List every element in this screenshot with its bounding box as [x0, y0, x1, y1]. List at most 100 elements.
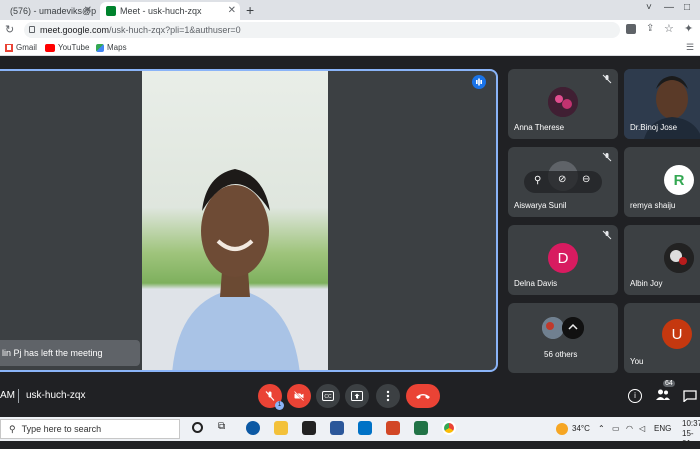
- reload-icon[interactable]: ↻: [5, 23, 14, 36]
- participant-name: You: [630, 357, 644, 366]
- bookmark-label: YouTube: [58, 43, 90, 52]
- meeting-control-bar: AM usk-huch-zqx 1 CC i 64: [0, 379, 700, 415]
- chat-icon: [683, 390, 697, 403]
- svg-text:CC: CC: [324, 394, 332, 400]
- maximize-icon[interactable]: □: [684, 2, 690, 13]
- clock-time: 10:37: [682, 419, 700, 428]
- participant-tile[interactable]: Albin Joy: [624, 225, 700, 295]
- remove-icon[interactable]: ⊖: [582, 174, 590, 185]
- tab-title: Meet - usk-huch-zqx: [120, 6, 202, 16]
- notification-text: lin Pj has left the meeting: [2, 348, 103, 358]
- language-indicator[interactable]: ENG: [654, 424, 671, 433]
- tab-meet[interactable]: Meet - usk-huch-zqx ✕: [100, 2, 240, 20]
- participant-tile[interactable]: D Delna Davis: [508, 225, 618, 295]
- present-screen-button[interactable]: [345, 384, 369, 408]
- microphone-button[interactable]: 1: [258, 384, 284, 410]
- mic-off-icon: [602, 74, 612, 84]
- mute-participant-icon[interactable]: ⊘: [558, 174, 566, 185]
- mic-off-icon: [265, 391, 275, 401]
- end-call-button[interactable]: [406, 384, 440, 408]
- file-explorer-icon[interactable]: [274, 421, 288, 435]
- others-avatar-1: [542, 317, 564, 339]
- mail-icon[interactable]: [358, 421, 372, 435]
- address-bar[interactable]: meet.google.com/usk-huch-zqx?pli=1&authu…: [24, 22, 620, 38]
- store-icon[interactable]: [302, 421, 316, 435]
- cortana-icon[interactable]: [192, 422, 203, 433]
- people-button[interactable]: 64: [655, 380, 675, 407]
- gmail-icon: [5, 43, 13, 52]
- bookmark-star-icon[interactable]: ☆: [664, 22, 674, 35]
- youtube-icon: [45, 43, 55, 52]
- search-icon: ⚲: [9, 423, 16, 434]
- bookmark-label: Maps: [107, 43, 127, 52]
- clock-date: 15-01-: [682, 429, 694, 448]
- new-tab-button[interactable]: +: [246, 2, 254, 18]
- captions-icon: CC: [322, 391, 334, 401]
- reading-list-icon[interactable]: ☰: [686, 42, 694, 53]
- hang-up-icon: [416, 394, 430, 399]
- weather-sun-icon: [556, 423, 568, 435]
- bookmark-maps[interactable]: Maps: [96, 43, 127, 52]
- chrome-icon[interactable]: [442, 421, 456, 435]
- weather-temp[interactable]: 34°C: [572, 424, 590, 433]
- excel-icon[interactable]: [414, 421, 428, 435]
- featured-participant-tile[interactable]: lin Pj has left the meeting: [0, 69, 498, 372]
- mic-badge: 1: [275, 401, 284, 410]
- participant-tile-hovered[interactable]: ⚲ ⊘ ⊖ Aiswarya Sunil: [508, 147, 618, 217]
- share-icon[interactable]: ⇪: [646, 23, 654, 34]
- pin-icon[interactable]: ⚲: [534, 175, 541, 186]
- chat-button[interactable]: [683, 389, 697, 407]
- task-view-icon[interactable]: ⧉: [218, 421, 225, 432]
- meet-stage: lin Pj has left the meeting Anna Therese…: [0, 57, 700, 415]
- participant-tile[interactable]: Dr.Binoj Jose: [624, 69, 700, 139]
- people-icon: [656, 389, 670, 400]
- taskbar-search[interactable]: ⚲ Type here to search: [0, 419, 180, 439]
- wifi-icon[interactable]: ◠: [626, 424, 633, 433]
- lock-icon: [29, 26, 35, 33]
- participant-name: Delna Davis: [514, 279, 558, 288]
- avatar-photo: [562, 317, 584, 339]
- bookmarks-bar: Gmail YouTube Maps ☰: [0, 40, 700, 56]
- captions-button[interactable]: CC: [316, 384, 340, 408]
- url-path: /usk-huch-zqx?pli=1&authuser=0: [109, 25, 241, 35]
- avatar-photo: [548, 87, 578, 117]
- minimize-icon[interactable]: —: [664, 2, 674, 13]
- camera-button[interactable]: [287, 384, 311, 408]
- bookmark-youtube[interactable]: YouTube: [45, 43, 89, 52]
- self-tile[interactable]: U You: [624, 303, 700, 373]
- bookmark-gmail[interactable]: Gmail: [5, 43, 37, 52]
- participant-name: remya shaiju: [630, 201, 676, 210]
- more-options-button[interactable]: [376, 384, 400, 408]
- tab-strip: (576) - umadeviks@prajyo ✕ Meet - usk-hu…: [0, 0, 700, 20]
- meeting-time: AM: [0, 390, 15, 401]
- others-tile[interactable]: 56 others: [508, 303, 618, 373]
- powerpoint-icon[interactable]: [386, 421, 400, 435]
- network-icon[interactable]: ▭: [612, 424, 620, 433]
- meeting-details-icon[interactable]: i: [628, 389, 642, 403]
- participant-video: [142, 71, 328, 370]
- word-icon[interactable]: [330, 421, 344, 435]
- participant-tile[interactable]: Anna Therese: [508, 69, 618, 139]
- avatar: [664, 243, 694, 273]
- avatar: [548, 87, 578, 117]
- close-tab-icon[interactable]: ✕: [228, 5, 236, 16]
- avatar-letter: R: [673, 171, 685, 189]
- mic-off-icon: [602, 152, 612, 162]
- tray-chevron-icon[interactable]: ⌃: [598, 424, 605, 433]
- search-placeholder: Type here to search: [21, 424, 102, 434]
- volume-icon[interactable]: ◁: [639, 424, 645, 433]
- close-tab-icon[interactable]: ✕: [84, 5, 92, 16]
- participant-tile[interactable]: R remya shaiju: [624, 147, 700, 217]
- audio-bars: [476, 78, 482, 86]
- edge-icon[interactable]: [246, 421, 260, 435]
- avatar-photo: [664, 243, 694, 273]
- url-host: meet.google.com: [40, 25, 110, 35]
- tab-inbox[interactable]: (576) - umadeviks@prajyo ✕: [0, 2, 96, 20]
- meeting-code: usk-huch-zqx: [26, 390, 86, 401]
- tab-search-icon[interactable]: ˅: [646, 2, 652, 13]
- clock[interactable]: 10:37 15-01-: [682, 419, 700, 449]
- extensions-icon[interactable]: ✦: [684, 22, 693, 35]
- bookmark-label: Gmail: [16, 43, 37, 52]
- avatar-letter: D: [557, 249, 569, 267]
- camera-blocked-icon[interactable]: [626, 24, 636, 34]
